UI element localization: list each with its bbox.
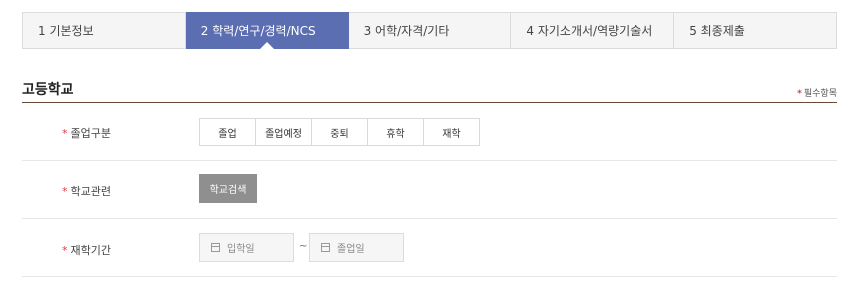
start-date-field[interactable]: 입학일 [199,233,294,262]
graduation-option-expected[interactable]: 졸업예정 [255,118,312,146]
graduation-segmented-control: 졸업 졸업예정 중퇴 휴학 재학 [199,118,480,146]
graduation-label-text: 졸업구분 [70,127,111,140]
calendar-icon [211,243,220,252]
step-education-career[interactable]: 2 학력/연구/경력/NCS [185,12,349,49]
step-basic-info[interactable]: 1 기본정보 [22,12,186,49]
step-tabs: 1 기본정보 2 학력/연구/경력/NCS 3 어학/자격/기타 4 자기소개서… [22,12,837,49]
required-star-icon: * [797,89,802,99]
graduation-option-graduated[interactable]: 졸업 [199,118,256,146]
school-label-text: 학교관련 [70,185,111,198]
required-note: * 필수항목 [797,86,837,99]
graduation-option-dropout[interactable]: 중퇴 [311,118,368,146]
required-note-text: 필수항목 [803,89,837,99]
required-star-icon: * [62,244,68,257]
graduation-row: * 졸업구분 졸업 졸업예정 중퇴 휴학 재학 [22,103,837,161]
school-search-button[interactable]: 학교검색 [199,174,257,203]
start-date-placeholder: 입학일 [227,244,255,255]
step-self-introduction[interactable]: 4 자기소개서/역량기술서 [511,12,675,49]
end-date-field[interactable]: 졸업일 [309,233,404,262]
graduation-label: * 졸업구분 [62,125,111,141]
step-final-submit[interactable]: 5 최종제출 [674,12,837,49]
end-date-placeholder: 졸업일 [337,244,365,255]
required-star-icon: * [62,185,68,198]
period-label: * 재학기간 [62,242,111,258]
period-row: * 재학기간 입학일 ~ 졸업일 [22,219,837,277]
period-label-text: 재학기간 [70,244,111,257]
section-title: 고등학교 [22,82,74,98]
required-star-icon: * [62,127,68,140]
graduation-option-enrolled[interactable]: 재학 [423,118,480,146]
date-separator: ~ [299,241,308,252]
school-label: * 학교관련 [62,183,111,199]
school-row: * 학교관련 학교검색 [22,161,837,219]
calendar-icon [321,243,330,252]
graduation-option-leave[interactable]: 휴학 [367,118,424,146]
step-language-certificate[interactable]: 3 어학/자격/기타 [348,12,512,49]
